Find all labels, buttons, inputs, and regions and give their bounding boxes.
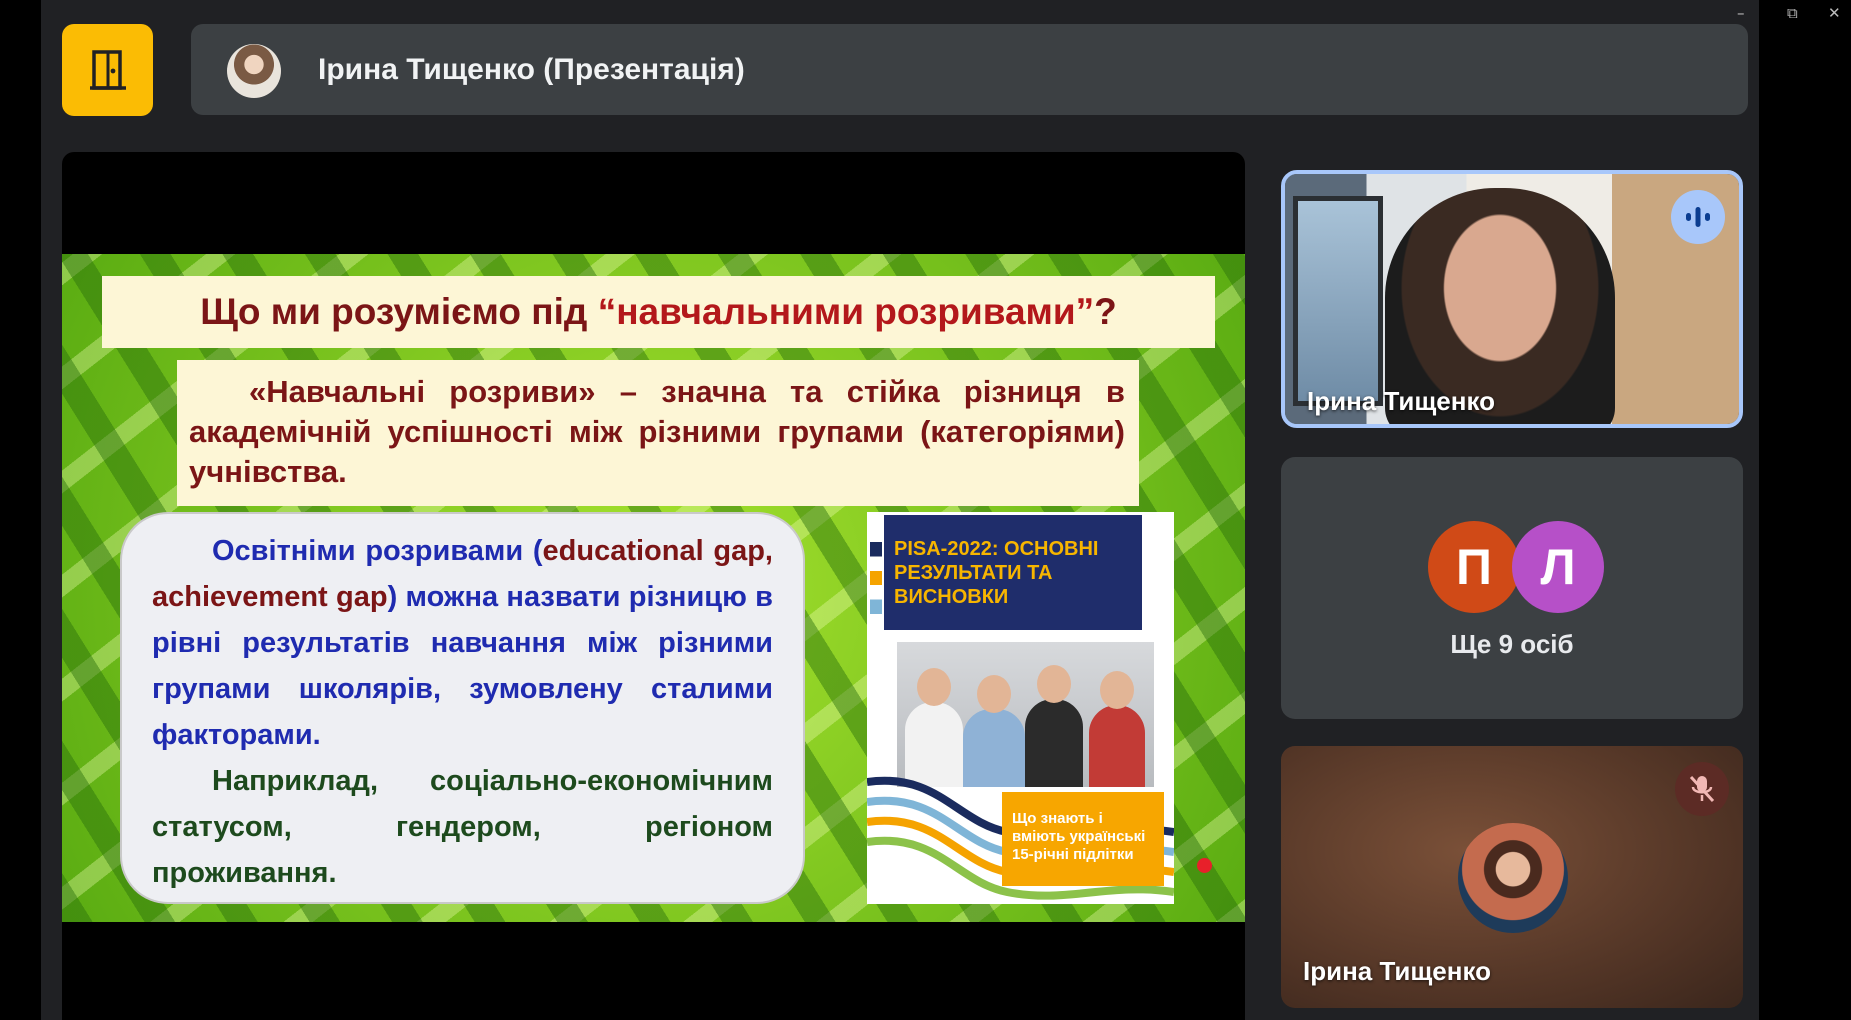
pisa-stripes bbox=[870, 542, 882, 614]
speaking-indicator-icon bbox=[1671, 190, 1725, 244]
mic-off-icon bbox=[1675, 762, 1729, 816]
minimize-button[interactable]: – bbox=[1737, 4, 1745, 22]
presenter-header: Ірина Тищенко (Презентація) bbox=[191, 24, 1748, 115]
presenter-title: Ірина Тищенко (Презентація) bbox=[318, 53, 745, 86]
restore-button[interactable]: ⧉ bbox=[1787, 4, 1798, 22]
presentation-stage[interactable]: Що ми розуміємо під “навчальними розрива… bbox=[62, 152, 1245, 1020]
pisa-subtitle: Що знають і вміють українські 15-річні п… bbox=[1002, 792, 1164, 886]
self-name: Ірина Тищенко bbox=[1303, 956, 1492, 986]
slide-title-prefix: Що ми розуміємо під bbox=[200, 291, 598, 332]
pisa-cover-image: PISA-2022: ОСНОВНІ РЕЗУЛЬТАТИ ТА ВИСНОВК… bbox=[867, 512, 1174, 904]
other-participants-tile[interactable]: П Л Ще 9 осіб bbox=[1281, 457, 1743, 719]
presentation-slide: Що ми розуміємо під “навчальними розрива… bbox=[62, 254, 1245, 922]
slide-title-quoted: “навчальними розривами” bbox=[597, 291, 1095, 332]
self-avatar bbox=[1458, 823, 1568, 933]
definition-box: «Навчальні розриви» – значна та стійка р… bbox=[177, 360, 1139, 506]
slide-title: Що ми розуміємо під “навчальними розрива… bbox=[102, 276, 1215, 348]
meet-window: – ⧉ Ірина Тищенко (Презентація) Що ми ро… bbox=[41, 0, 1798, 1020]
edu-text-1: Освітніми розривами ( bbox=[212, 535, 543, 567]
self-participant-tile[interactable]: Ірина Тищенко bbox=[1281, 746, 1743, 1008]
video-window-view bbox=[1293, 196, 1383, 406]
laser-pointer-dot bbox=[1197, 858, 1212, 873]
slide-title-suffix: ? bbox=[1094, 291, 1117, 332]
pisa-title: PISA-2022: ОСНОВНІ РЕЗУЛЬТАТИ ТА ВИСНОВК… bbox=[884, 515, 1142, 630]
participant-avatar-p: П bbox=[1428, 521, 1520, 613]
edu-example-text: Наприклад, соціально-економічним статусо… bbox=[152, 765, 773, 889]
close-window-button[interactable]: ✕ bbox=[1828, 4, 1841, 22]
others-count-label: Ще 9 осіб bbox=[1450, 629, 1574, 659]
educational-gap-box: Освітніми розривами (educational gap, ac… bbox=[120, 512, 805, 904]
leave-room-button[interactable] bbox=[62, 24, 153, 116]
definition-text: «Навчальні розриви» – значна та стійка р… bbox=[189, 374, 1125, 489]
door-exit-icon bbox=[89, 50, 126, 90]
participant-avatar-l: Л bbox=[1512, 521, 1604, 613]
presenter-avatar bbox=[227, 44, 281, 98]
speaker-name: Ірина Тищенко bbox=[1307, 386, 1496, 416]
speaker-video-tile[interactable]: Ірина Тищенко bbox=[1281, 170, 1743, 428]
